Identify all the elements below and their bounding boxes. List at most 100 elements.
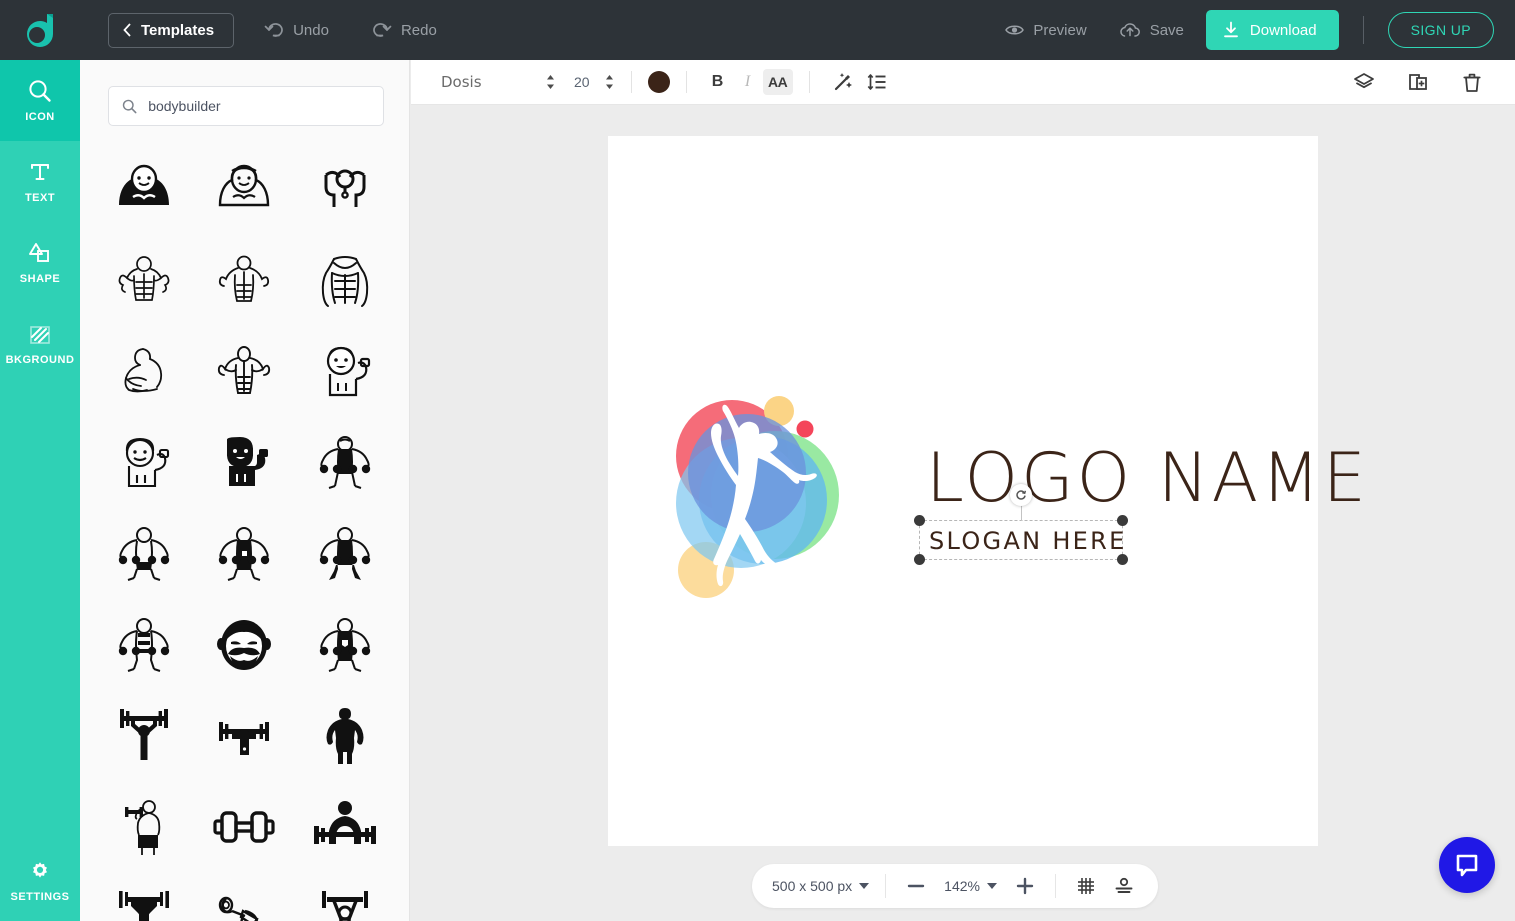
icon-result-weightlifter-barbell-lift[interactable] — [295, 872, 395, 921]
duplicate-icon — [1409, 74, 1427, 90]
icon-result-strongman-dumbbells-emblem[interactable] — [295, 599, 395, 690]
icon-result-bodybuilder-man-flex-filled[interactable] — [194, 417, 294, 508]
toggle-grid-button[interactable] — [1072, 873, 1100, 899]
chat-widget-button[interactable] — [1439, 837, 1495, 893]
bodybuilder-double-biceps-sketch-icon — [118, 255, 170, 301]
topbar-divider — [1362, 16, 1364, 44]
top-bar: Templates Undo Redo Preview Save Downloa… — [0, 0, 1515, 60]
icon-result-bodybuilder-bust-outline[interactable] — [194, 144, 294, 235]
resize-handle-bottom-right[interactable] — [1117, 554, 1128, 565]
icon-result-dumbbell[interactable] — [194, 781, 294, 872]
font-family-select[interactable]: Dosis — [441, 73, 556, 91]
strongman-dumbbells-trunks-icon — [118, 526, 170, 581]
icon-result-bodybuilder-double-biceps-sketch[interactable] — [94, 235, 194, 326]
redo-button[interactable]: Redo — [372, 22, 437, 39]
icon-result-bodybuilder-double-biceps-outline[interactable] — [194, 235, 294, 326]
rail-item-bkground[interactable]: BKGROUND — [0, 303, 80, 384]
cloud-upload-icon — [1119, 22, 1140, 37]
download-button-label: Download — [1249, 21, 1317, 39]
templates-button-label: Templates — [141, 21, 215, 39]
resize-handle-top-right[interactable] — [1117, 515, 1128, 526]
rail-item-icon[interactable]: ICON — [0, 60, 80, 141]
icon-result-strongman-dumbbells-vest-solid[interactable] — [295, 508, 395, 599]
toolbar-divider — [630, 71, 632, 93]
icon-result-man-drinking-shaker[interactable] — [194, 872, 294, 921]
layers-button[interactable] — [1347, 68, 1381, 96]
object-actions-group — [1347, 68, 1489, 96]
icon-result-bodybuilder-silhouette-pose[interactable] — [295, 690, 395, 781]
strongman-dumbbells-vest-solid-icon — [319, 526, 371, 580]
icon-result-strongman-dumbbells-trunks[interactable] — [94, 508, 194, 599]
brand-logo[interactable] — [0, 0, 80, 60]
slogan-selection-box[interactable]: SLOGAN HERE — [914, 484, 1128, 565]
bodybuilder-torso-abs-icon — [321, 255, 369, 307]
icon-result-bodybuilder-flex-abstract[interactable] — [295, 144, 395, 235]
download-button[interactable]: Download — [1205, 10, 1339, 50]
icon-result-strongman-dumbbells-vest-dark[interactable] — [194, 508, 294, 599]
italic-button[interactable]: I — [733, 69, 763, 95]
undo-button[interactable]: Undo — [264, 22, 329, 39]
zoom-level-select[interactable]: 142% — [944, 878, 997, 894]
up-down-stepper-icon — [547, 75, 554, 89]
artboard[interactable]: LOGO NAME SLOGAN HERE — [608, 136, 1366, 846]
zoom-level-value: 142% — [944, 878, 980, 894]
rail-item-text[interactable]: TEXT — [0, 141, 80, 222]
font-size-stepper[interactable]: 20 — [574, 73, 615, 91]
search-field[interactable] — [108, 86, 384, 126]
resize-handle-top-left[interactable] — [914, 515, 925, 526]
icon-result-weightlifter-bench-press[interactable] — [194, 690, 294, 781]
weightlifter-bench-press-icon — [219, 721, 270, 755]
resize-handle-bottom-left[interactable] — [914, 554, 925, 565]
bodybuilder-double-biceps-outline-icon — [219, 255, 270, 302]
rail-item-text-label: TEXT — [24, 192, 56, 204]
zoom-out-button[interactable] — [902, 873, 930, 899]
canvas-workspace[interactable]: LOGO NAME SLOGAN HERE — [411, 105, 1515, 921]
icon-result-strongman-dumbbells-vest-outline[interactable] — [295, 417, 395, 508]
text-color-swatch[interactable] — [647, 71, 670, 93]
eye-icon — [1005, 25, 1025, 35]
icon-result-bodybuilder-torso-abs[interactable] — [295, 235, 395, 326]
preview-button-label: Preview — [1033, 21, 1087, 39]
icon-result-weightlifter-barbell-squat[interactable] — [94, 872, 194, 921]
slogan-text[interactable]: SLOGAN HERE — [929, 527, 1127, 555]
bold-button[interactable]: B — [703, 69, 733, 95]
icon-result-bodybuilder-boy-flex-filled-hair[interactable] — [295, 326, 395, 417]
save-button-label: Save — [1149, 21, 1184, 39]
search-input[interactable] — [148, 98, 370, 114]
icon-result-weightlifter-overhead-press[interactable] — [94, 690, 194, 781]
align-guides-button[interactable] — [1110, 873, 1138, 899]
left-rail: ICON TEXT SHAPE BKGROUND SETTINGS — [0, 60, 80, 921]
templates-button[interactable]: Templates — [108, 12, 235, 48]
font-size-value: 20 — [574, 74, 590, 90]
save-button[interactable]: Save — [1119, 22, 1184, 39]
icon-result-bodybuilder-front-double-biceps[interactable] — [194, 326, 294, 417]
icon-result-powerlifter-deadlift[interactable] — [295, 781, 395, 872]
preview-button[interactable]: Preview — [1005, 21, 1087, 39]
trash-icon — [1463, 73, 1481, 92]
rail-item-settings[interactable]: SETTINGS — [0, 841, 80, 921]
designevo-d-logo-icon — [27, 14, 53, 47]
duplicate-button[interactable] — [1401, 68, 1435, 96]
powerlifter-deadlift-icon — [313, 800, 376, 844]
dancer-circles-logo-mark-icon[interactable] — [661, 388, 861, 600]
text-case-button[interactable]: AA — [762, 69, 793, 95]
icon-result-strongman-mustache-face[interactable] — [194, 599, 294, 690]
line-height-button[interactable] — [860, 68, 894, 96]
gear-icon — [33, 861, 47, 878]
icon-result-strongman-dumbbells-striped[interactable] — [94, 599, 194, 690]
icon-result-man-dumbbell-curl[interactable] — [94, 781, 194, 872]
text-effects-button[interactable] — [826, 68, 860, 96]
icon-result-bodybuilder-pose-sketch[interactable] — [94, 326, 194, 417]
delete-button[interactable] — [1455, 68, 1489, 96]
zoom-in-button[interactable] — [1011, 873, 1039, 899]
rotate-handle[interactable] — [1010, 484, 1032, 506]
logo-name-text[interactable]: LOGO NAME — [926, 439, 1369, 518]
icon-result-bodybuilder-boy-flex-outline[interactable] — [94, 417, 194, 508]
rail-item-shape[interactable]: SHAPE — [0, 222, 80, 303]
sign-up-button[interactable]: SIGN UP — [1387, 12, 1494, 48]
topbar-right-group: Preview Save Download SIGN UP — [1005, 10, 1515, 50]
undo-button-label: Undo — [293, 21, 329, 39]
icon-result-bodybuilder-bust-filled[interactable] — [94, 144, 194, 235]
canvas-size-select[interactable]: 500 x 500 px — [772, 878, 870, 894]
bodybuilder-silhouette-pose-icon — [326, 707, 364, 764]
